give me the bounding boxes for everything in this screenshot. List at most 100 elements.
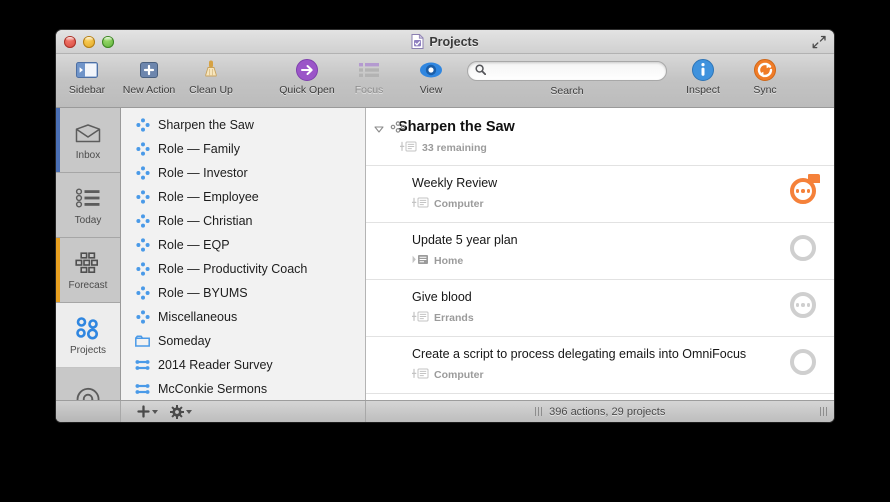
- grip-icon[interactable]: [534, 407, 543, 416]
- info-circle-icon: [691, 58, 715, 82]
- zoom-button[interactable]: [102, 35, 114, 48]
- project-row-11[interactable]: McConkie Sermons: [121, 377, 365, 400]
- add-button[interactable]: [137, 405, 158, 418]
- status-bar: 396 actions, 29 projects: [56, 400, 834, 422]
- toolbar-button-inspect[interactable]: Inspect: [672, 54, 734, 96]
- task-row[interactable]: Create a script to process delegating em…: [366, 336, 834, 393]
- add-note-icon[interactable]: [411, 366, 429, 384]
- search-input[interactable]: [491, 65, 659, 77]
- toolbar-label-view: View: [419, 84, 443, 96]
- repeat-dot: [801, 189, 805, 193]
- forecast-accent-bar: [56, 238, 60, 302]
- task-row[interactable]: Sign up for golf lessons at Shoreline: [366, 393, 834, 400]
- toolbar-label-search: Search: [550, 85, 584, 97]
- project-row-0[interactable]: Sharpen the Saw: [121, 113, 365, 137]
- contexts-at-icon: [75, 385, 101, 400]
- toolbar-label-focus: Focus: [354, 84, 384, 96]
- sidebar-item-inbox[interactable]: Inbox: [56, 108, 120, 173]
- project-row-8[interactable]: Miscellaneous: [121, 305, 365, 329]
- plus-square-icon: [138, 58, 160, 82]
- close-button[interactable]: [64, 35, 76, 48]
- omnifocus-window: Projects Sidebar New Action Clean Up Qui…: [56, 30, 834, 422]
- repeat-dot: [801, 303, 805, 307]
- forecast-grid-icon: [75, 250, 101, 277]
- gear-icon: [170, 404, 184, 419]
- task-row[interactable]: Weekly Review Computer: [366, 165, 834, 222]
- document-check-icon: [411, 34, 424, 49]
- project-row-4[interactable]: Role — Christian: [121, 209, 365, 233]
- project-row-9[interactable]: Someday: [121, 329, 365, 353]
- has-note-icon[interactable]: [412, 252, 429, 270]
- sync-circle-icon: [753, 58, 777, 82]
- group-meta: 33 remaining: [398, 139, 818, 157]
- toolbar-label-clean-up: Clean Up: [189, 84, 233, 96]
- project-outline[interactable]: Sharpen the Saw 33 remaining Weekly Revi…: [366, 108, 834, 400]
- sequential-project-icon: [135, 358, 150, 373]
- status-bar-summary: 396 actions, 29 projects: [366, 406, 834, 418]
- toolbar-button-focus[interactable]: Focus: [338, 54, 400, 96]
- toolbar-button-sync[interactable]: Sync: [734, 54, 796, 96]
- toolbar-button-view[interactable]: View: [400, 54, 462, 96]
- parallel-project-icon: [135, 166, 150, 181]
- status-bar-actions: [121, 401, 366, 422]
- sidebar-item-today[interactable]: Today: [56, 173, 120, 238]
- task-status-circle-repeating[interactable]: [790, 292, 816, 318]
- project-row-2[interactable]: Role — Investor: [121, 161, 365, 185]
- parallel-project-icon: [135, 142, 150, 157]
- sequential-project-icon: [135, 382, 150, 397]
- toolbar-button-sidebar[interactable]: Sidebar: [56, 54, 118, 96]
- inbox-accent-bar: [56, 108, 60, 172]
- project-row-6[interactable]: Role — Productivity Coach: [121, 257, 365, 281]
- perspective-sidebar: Inbox Today Forecast Projects: [56, 108, 121, 400]
- eye-icon: [419, 58, 443, 82]
- project-name: 2014 Reader Survey: [158, 358, 273, 372]
- repeat-dot: [806, 189, 811, 193]
- sidebar-label-today: Today: [74, 214, 102, 226]
- project-list[interactable]: Sharpen the Saw Role — Family Role — Inv…: [121, 108, 366, 400]
- add-note-icon[interactable]: [399, 139, 417, 157]
- add-note-icon[interactable]: [411, 309, 429, 327]
- task-status-circle-repeating[interactable]: [790, 178, 816, 204]
- parallel-project-icon: [135, 238, 150, 253]
- project-name: Role — Productivity Coach: [158, 262, 308, 276]
- repeat-dot: [795, 189, 800, 193]
- task-status-circle[interactable]: [790, 349, 816, 375]
- project-row-7[interactable]: Role — BYUMS: [121, 281, 365, 305]
- toolbar-label-new-action: New Action: [122, 84, 176, 96]
- toolbar-button-quick-open[interactable]: Quick Open: [276, 54, 338, 96]
- repeat-dot: [806, 303, 811, 307]
- parallel-project-icon: [390, 120, 406, 133]
- disclosure-triangle-down-icon[interactable]: [374, 121, 384, 133]
- task-status-circle[interactable]: [790, 235, 816, 261]
- search-field[interactable]: [467, 61, 667, 81]
- sidebar-item-forecast[interactable]: Forecast: [56, 238, 120, 303]
- group-meta-text: 33 remaining: [422, 142, 487, 154]
- task-title: Update 5 year plan: [412, 233, 518, 247]
- grip-icon-right[interactable]: [819, 407, 827, 416]
- action-menu-button[interactable]: [170, 404, 192, 419]
- task-row[interactable]: Update 5 year plan Home: [366, 222, 834, 279]
- toolbar-button-new-action[interactable]: New Action: [118, 54, 180, 96]
- task-row[interactable]: Give blood Errands: [366, 279, 834, 336]
- minimize-button[interactable]: [83, 35, 95, 48]
- sidebar-item-projects[interactable]: Projects: [56, 303, 120, 368]
- project-row-1[interactable]: Role — Family: [121, 137, 365, 161]
- sidebar-label-forecast: Forecast: [68, 279, 108, 291]
- task-title: Weekly Review: [412, 176, 498, 190]
- main-toolbar: Sidebar New Action Clean Up Quick Open F…: [56, 54, 834, 108]
- sidebar-toggle-icon: [75, 58, 99, 82]
- task-meta: Computer: [411, 366, 776, 384]
- parallel-project-icon: [135, 190, 150, 205]
- sidebar-item-contexts[interactable]: [56, 368, 120, 400]
- project-row-5[interactable]: Role — EQP: [121, 233, 365, 257]
- group-header[interactable]: Sharpen the Saw 33 remaining: [366, 108, 834, 165]
- task-title: Give blood: [412, 290, 472, 304]
- project-name: Someday: [158, 334, 211, 348]
- fullscreen-icon[interactable]: [812, 35, 826, 49]
- toolbar-button-clean-up[interactable]: Clean Up: [180, 54, 242, 96]
- add-note-icon[interactable]: [411, 195, 429, 213]
- project-row-3[interactable]: Role — Employee: [121, 185, 365, 209]
- parallel-project-icon: [135, 310, 150, 325]
- project-row-10[interactable]: 2014 Reader Survey: [121, 353, 365, 377]
- parallel-project-icon: [135, 286, 150, 301]
